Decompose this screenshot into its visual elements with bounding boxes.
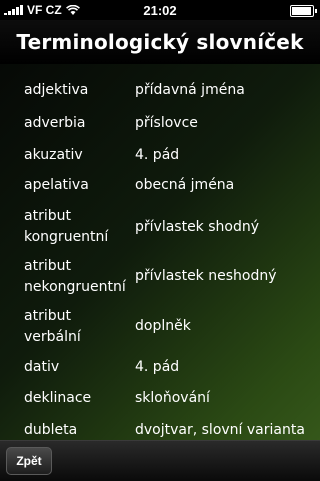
definition-label: dvojtvar, slovní varianta (135, 422, 305, 438)
definition-label: obecná jména (135, 177, 235, 193)
definition-label: 4. pád (135, 359, 180, 375)
term-label: dativ (24, 359, 60, 375)
term-label: verbální (24, 329, 81, 345)
term-label: atribut (24, 258, 71, 274)
term-label: dubleta (24, 422, 78, 438)
definition-label: 4. pád (135, 147, 180, 163)
term-label: adverbia (24, 115, 86, 131)
page-title: Terminologický slovníček (16, 30, 304, 54)
back-button[interactable]: Zpět (6, 447, 52, 475)
definition-label: příslovce (135, 115, 198, 131)
definition-label: doplněk (135, 318, 191, 334)
status-bar: VF CZ 21:02 (0, 0, 320, 20)
navigation-bar: Terminologický slovníček (0, 20, 320, 64)
battery-icon (290, 5, 317, 17)
term-label: akuzativ (24, 147, 83, 163)
term-label: atribut (24, 308, 71, 324)
term-label: adjektiva (24, 82, 89, 98)
term-label: atribut (24, 208, 71, 224)
bottom-toolbar: Zpět (0, 440, 320, 481)
term-label: deklinace (24, 390, 92, 406)
definition-label: přívlastek shodný (135, 219, 260, 235)
status-time: 21:02 (143, 3, 177, 18)
definition-label: přídavná jména (135, 82, 245, 98)
term-label: apelativa (24, 177, 89, 193)
glossary-list[interactable]: adjektiva přídavná jména adverbia příslo… (0, 64, 320, 440)
definition-label: přívlastek neshodný (135, 268, 277, 284)
definition-label: skloňování (135, 390, 210, 406)
term-label: kongruentní (24, 229, 109, 245)
term-label: nekongruentní (24, 279, 126, 295)
